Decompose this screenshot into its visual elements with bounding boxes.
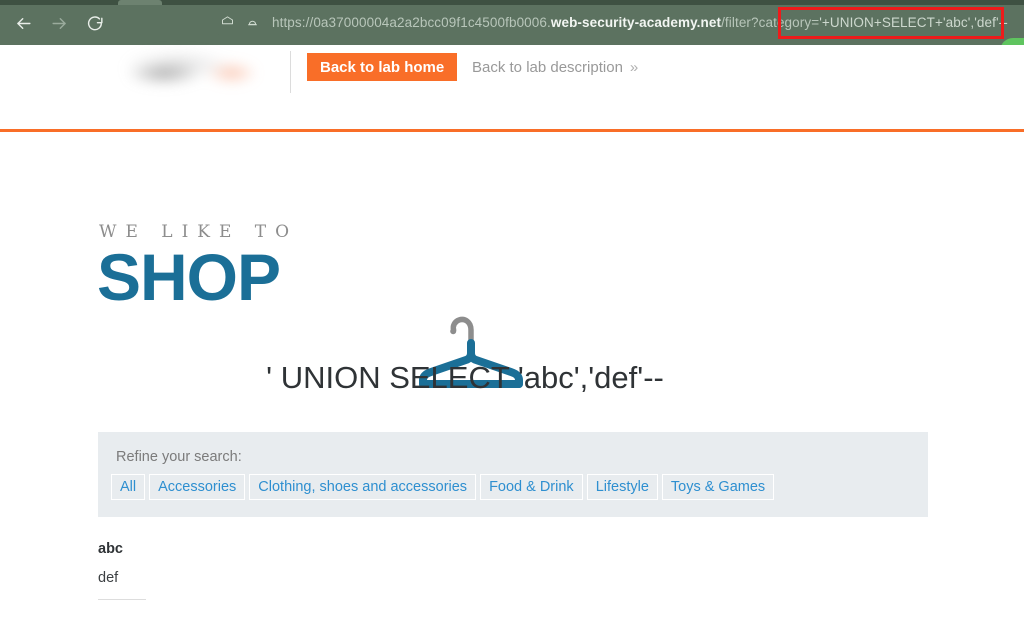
academy-logo <box>95 47 275 99</box>
filter-link-toys-and-games[interactable]: Toys & Games <box>661 474 775 500</box>
result-name: abc <box>98 541 123 557</box>
back-to-lab-description-label: Back to lab description <box>472 58 623 76</box>
browser-chrome: https://0a37000004a2a2bcc09f1c4500fb0006… <box>0 0 1024 45</box>
result-description: def <box>98 569 119 586</box>
shop-logo[interactable]: WE LIKE TO SHOP <box>97 222 523 388</box>
reload-button[interactable] <box>80 8 110 38</box>
browser-window: https://0a37000004a2a2bcc09f1c4500fb0006… <box>0 0 1024 618</box>
header-divider <box>290 51 291 93</box>
refine-search-panel: Refine your search: All Accessories Clot… <box>98 432 928 517</box>
filter-link-clothing-shoes-and-accessories[interactable]: Clothing, shoes and accessories <box>249 474 477 500</box>
url-domain: web-security-academy.net <box>550 14 722 30</box>
refine-search-label: Refine your search: <box>116 449 242 465</box>
url-scheme: https:// <box>272 14 314 30</box>
url-text[interactable]: https://0a37000004a2a2bcc09f1c4500fb0006… <box>272 15 1008 30</box>
shop-logo-tagline: WE LIKE TO <box>99 222 299 242</box>
back-to-lab-description-link[interactable]: Back to lab description » <box>472 53 638 81</box>
chevron-right-icon: » <box>629 58 639 76</box>
url-query-payload: '+UNION+SELECT+'abc','def'-- <box>819 14 1008 30</box>
forward-button[interactable] <box>44 8 74 38</box>
url-path: /filter?category= <box>721 14 820 30</box>
lab-header: Back to lab home Back to lab description… <box>0 45 1024 130</box>
browser-tab[interactable] <box>118 0 162 5</box>
list-item: abc def <box>98 541 928 600</box>
address-bar[interactable]: https://0a37000004a2a2bcc09f1c4500fb0006… <box>212 6 1012 38</box>
filter-link-food-and-drink[interactable]: Food & Drink <box>480 474 583 500</box>
filter-link-all[interactable]: All <box>111 474 146 500</box>
shield-icon[interactable] <box>216 11 238 33</box>
profile-icon[interactable] <box>241 11 263 33</box>
navigation-buttons <box>8 8 110 38</box>
shop-page: WE LIKE TO SHOP ' UNION SELECT 'abc','de… <box>0 132 1024 618</box>
category-filter-list: All Accessories Clothing, shoes and acce… <box>111 474 775 500</box>
search-results-list: abc def <box>98 541 928 600</box>
url-subdomain: 0a37000004a2a2bcc09f1c4500fb0006. <box>313 14 551 30</box>
back-to-lab-home-button[interactable]: Back to lab home <box>307 53 458 81</box>
back-button[interactable] <box>8 8 38 38</box>
filter-link-lifestyle[interactable]: Lifestyle <box>586 474 658 500</box>
shop-logo-word: SHOP <box>97 240 281 314</box>
search-results-heading: ' UNION SELECT 'abc','def'-- <box>266 360 664 395</box>
result-divider <box>98 598 146 600</box>
filter-link-accessories[interactable]: Accessories <box>149 474 246 500</box>
